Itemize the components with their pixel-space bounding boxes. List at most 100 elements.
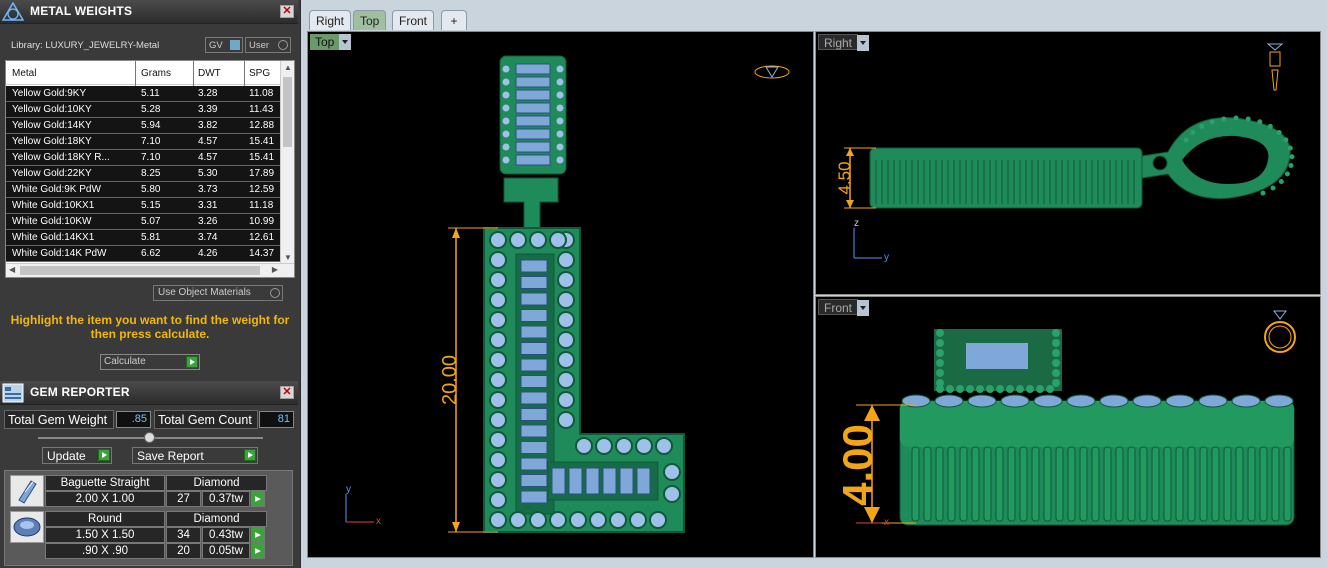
table-cell: 7.10: [141, 152, 161, 163]
col-dwt[interactable]: DWT: [198, 68, 221, 79]
table-cell: White Gold:9K PdW: [12, 184, 101, 195]
table-cell: 11.08: [249, 88, 274, 99]
table-row[interactable]: White Gold:14KX1 5.81 3.74 12.61: [6, 230, 282, 246]
table-cell: 3.26: [198, 216, 218, 227]
close-icon[interactable]: ✕: [280, 386, 294, 399]
table-cell: 3.74: [198, 232, 218, 243]
gem-select-button[interactable]: ▸: [251, 543, 265, 559]
tab-front[interactable]: Front: [392, 10, 435, 30]
view-cube-icon[interactable]: [1264, 310, 1296, 353]
gem-weight: 0.43tw: [202, 527, 250, 543]
table-row[interactable]: White Gold:9K PdW 5.80 3.73 12.59: [6, 182, 282, 198]
table-cell: 5.80: [141, 184, 161, 195]
play-icon: [186, 356, 198, 368]
tab-add[interactable]: +: [441, 10, 467, 30]
table-cell: 14.37: [249, 248, 275, 259]
library-label: Library: LUXURY_JEWELRY-Metal: [11, 40, 160, 51]
table-row[interactable]: White Gold:10KW 5.07 3.26 10.99: [6, 214, 282, 230]
view-cube-icon[interactable]: [1266, 43, 1284, 91]
table-cell: 7.10: [141, 136, 161, 147]
top-dimension: 20.00: [439, 355, 461, 405]
tab-right[interactable]: Right: [309, 10, 352, 30]
table-cell: 5.15: [141, 200, 161, 211]
gem-count: 34: [166, 527, 201, 543]
right-view-model: 4.50 z y: [835, 43, 1295, 263]
right-dimension: 4.50: [835, 161, 854, 194]
axis-x-label: x: [376, 516, 381, 527]
table-cell: Yellow Gold:10KY: [12, 104, 92, 115]
slider-knob[interactable]: [144, 432, 155, 443]
library-row: Library: LUXURY_JEWELRY-Metal GV User: [0, 34, 298, 56]
user-toggle[interactable]: User: [245, 37, 291, 53]
table-row[interactable]: Yellow Gold:18KY 7.10 4.57 15.41: [6, 134, 282, 150]
table-cell: 5.07: [141, 216, 161, 227]
table-row[interactable]: White Gold:14K PdW 6.62 4.26 14.37: [6, 246, 282, 262]
round-gem-icon: [10, 511, 44, 543]
tab-top[interactable]: Top: [353, 10, 387, 30]
table-cell: 5.11: [141, 88, 160, 99]
front-view-model: 4.00 x: [834, 310, 1296, 528]
gem-size: 2.00 X 1.00: [45, 491, 165, 507]
save-report-button[interactable]: Save Report: [132, 447, 258, 464]
table-row[interactable]: Yellow Gold:10KY 5.28 3.39 11.43: [6, 102, 282, 118]
table-cell: White Gold:14K PdW: [12, 248, 107, 259]
gem-count: 27: [166, 491, 201, 507]
update-button[interactable]: Update: [42, 447, 112, 464]
save-report-label: Save Report: [137, 449, 204, 463]
table-cell: 3.73: [198, 184, 218, 195]
table-cell: White Gold:10KW: [12, 216, 92, 227]
gem-list: Baguette Straight Diamond 2.00 X 1.00 27…: [4, 470, 293, 566]
table-cell: 11.18: [249, 200, 274, 211]
right-viewport[interactable]: Right 4.50 z y: [815, 31, 1321, 295]
front-dimension: 4.00: [834, 424, 881, 506]
radio-icon: [270, 288, 280, 298]
play-icon: [98, 449, 110, 461]
table-cell: 5.30: [198, 168, 218, 179]
gem-reporter-title: GEM REPORTER: [30, 385, 130, 399]
gv-label: GV: [209, 40, 223, 51]
vertical-scrollbar[interactable]: ▲ ▼: [280, 61, 294, 264]
horizontal-scrollbar[interactable]: ◀ ▶: [6, 263, 294, 277]
calculate-button[interactable]: Calculate: [100, 354, 200, 370]
total-gem-weight-value: .85: [116, 411, 151, 428]
update-label: Update: [47, 449, 86, 463]
use-object-materials-toggle[interactable]: Use Object Materials: [153, 285, 283, 301]
table-row[interactable]: White Gold:10KX1 5.15 3.31 11.18: [6, 198, 282, 214]
gv-toggle[interactable]: GV: [205, 37, 243, 53]
col-metal[interactable]: Metal: [12, 68, 36, 79]
table-cell: 6.62: [141, 248, 161, 259]
baguette-gem-icon: [10, 475, 44, 507]
table-row[interactable]: Yellow Gold:22KY 8.25 5.30 17.89: [6, 166, 282, 182]
gem-count: 20: [166, 543, 201, 559]
front-viewport[interactable]: Front 4.00 x: [815, 296, 1321, 558]
col-grams[interactable]: Grams: [141, 68, 171, 79]
table-cell: 3.31: [198, 200, 218, 211]
gv-check-icon: [230, 40, 240, 50]
table-cell: 15.41: [249, 136, 275, 147]
gem-size: 1.50 X 1.50: [45, 527, 165, 543]
instruction-text: Highlight the item you want to find the …: [10, 313, 290, 341]
table-cell: 15.41: [249, 152, 275, 163]
table-cell: 4.57: [198, 152, 218, 163]
top-viewport[interactable]: Top 20.00 y x: [307, 31, 814, 558]
table-cell: Yellow Gold:14KY: [12, 120, 92, 131]
viewport-area: Right Top Front + Top 20.00 y x Right 4.…: [301, 0, 1327, 568]
col-spg[interactable]: SPG: [249, 68, 270, 79]
table-row[interactable]: Yellow Gold:18KY R... 7.10 4.57 15.41: [6, 150, 282, 166]
gem-select-button[interactable]: ▸: [251, 527, 265, 543]
metal-table: Metal Grams DWT SPG Yellow Gold:9KY 5.11 3…: [5, 60, 295, 278]
table-row[interactable]: Yellow Gold:14KY 5.94 3.82 12.88: [6, 118, 282, 134]
top-view-model: 20.00 y x: [345, 55, 790, 533]
gem-select-button[interactable]: ▸: [251, 491, 265, 507]
table-cell: 5.28: [141, 104, 161, 115]
gem-shape: Round: [45, 511, 165, 527]
gem-slider[interactable]: [38, 432, 263, 443]
view-cube-icon[interactable]: [754, 65, 790, 79]
gem-material: Diamond: [166, 475, 267, 491]
calculate-label: Calculate: [104, 356, 146, 367]
total-gem-count-label: Total Gem Count: [154, 410, 258, 429]
table-cell: 3.28: [198, 88, 218, 99]
gem-weight: 0.37tw: [202, 491, 250, 507]
table-row[interactable]: Yellow Gold:9KY 5.11 3.28 11.08: [6, 86, 282, 102]
close-icon[interactable]: ✕: [280, 5, 294, 18]
